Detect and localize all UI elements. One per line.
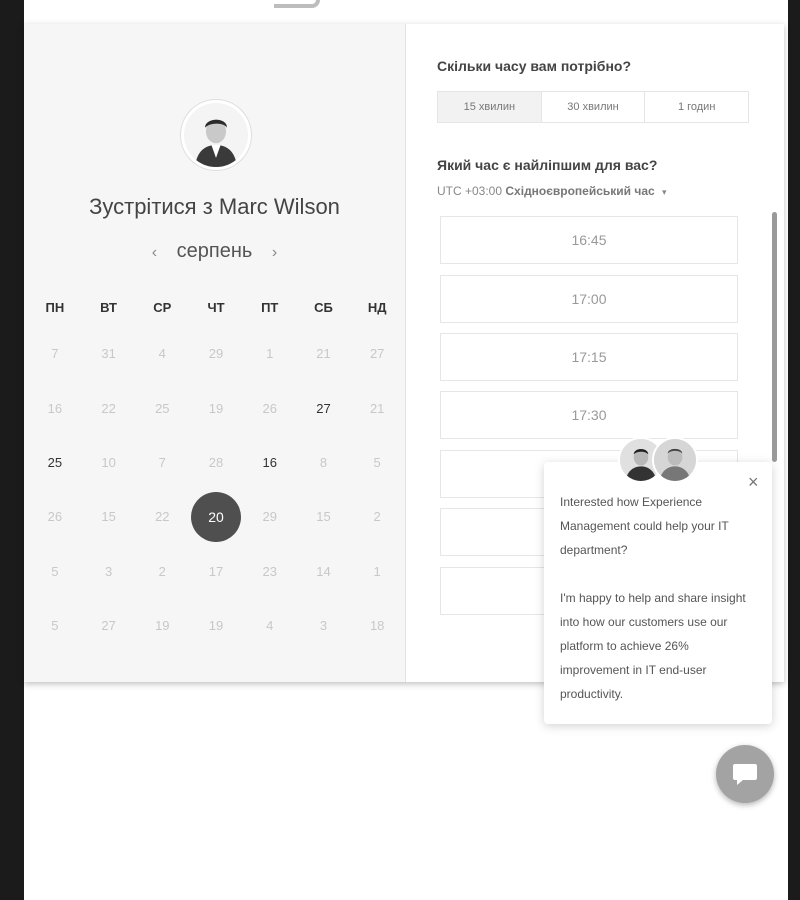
calendar-day: 23 xyxy=(262,564,277,579)
next-month-icon[interactable]: › xyxy=(258,244,291,261)
timezone-name: Східноєвропейський час xyxy=(505,184,655,198)
calendar-week-row: 5 27 19 19 4 3 18 xyxy=(28,616,404,636)
calendar-day: 21 xyxy=(369,401,385,416)
calendar-day[interactable]: 25 xyxy=(28,453,82,473)
time-slot[interactable]: 16:45 xyxy=(440,216,738,264)
calendar-day: 21 xyxy=(316,346,331,361)
slots-scrollbar[interactable] xyxy=(772,212,777,462)
host-avatar xyxy=(181,100,251,170)
calendar-day: 19 xyxy=(208,618,224,633)
chat-message: Interested how Experience Management cou… xyxy=(560,490,758,706)
chat-message-line: I'm happy to help and share insight into… xyxy=(560,591,746,701)
calendar-day: 19 xyxy=(155,618,170,633)
calendar-day: 3 xyxy=(104,564,113,579)
calendar-day: 28 xyxy=(208,455,224,470)
calendar-day: 15 xyxy=(101,509,116,524)
chat-launcher-button[interactable] xyxy=(716,745,774,803)
calendar-day: 17 xyxy=(208,564,224,579)
duration-option-15[interactable]: 15 хвилин xyxy=(438,92,542,122)
calendar-day: 26 xyxy=(262,401,277,416)
month-label: серпень xyxy=(176,240,253,262)
calendar-day: 14 xyxy=(316,564,331,579)
duration-option-60[interactable]: 1 годин xyxy=(645,92,748,122)
calendar-day: 27 xyxy=(101,618,116,633)
time-slot[interactable]: 17:00 xyxy=(440,275,738,323)
calendar-week-row: 5 3 2 17 23 14 1 xyxy=(28,562,404,582)
calendar-day: 19 xyxy=(208,401,224,416)
weekday-label: СР xyxy=(153,300,172,315)
weekday-label: ЧТ xyxy=(207,300,225,315)
time-slot[interactable]: 17:30 xyxy=(440,391,738,439)
calendar-week-row: 16 22 25 19 26 27 21 xyxy=(28,399,404,419)
weekday-label: ПН xyxy=(45,300,65,315)
calendar-day: 5 xyxy=(51,564,59,579)
calendar-day: 26 xyxy=(47,509,63,524)
calendar-day: 2 xyxy=(373,509,381,524)
time-question: Який час є найліпшим для вас? xyxy=(437,157,658,173)
page: Зустрітися з Marc Wilson ‹ серпень › ПН … xyxy=(24,0,788,900)
calendar-day: 3 xyxy=(319,618,328,633)
calendar-day: 4 xyxy=(266,618,274,633)
weekday-label: НД xyxy=(367,300,387,315)
weekday-label: СБ xyxy=(314,300,333,315)
calendar-day: 5 xyxy=(373,455,381,470)
selected-day[interactable]: 20 xyxy=(189,492,243,542)
meeting-title: Зустрітися з Marc Wilson xyxy=(89,194,340,219)
duration-option-30[interactable]: 30 хвилин xyxy=(542,92,646,122)
timezone-selector[interactable]: UTC +03:00 Східноєвропейський час ▾ xyxy=(437,184,667,198)
calendar-day: 4 xyxy=(158,346,166,361)
calendar-day: 7 xyxy=(51,346,59,361)
calendar-day: 25 xyxy=(155,401,170,416)
weekday-label: ВТ xyxy=(100,300,117,315)
calendar-panel: Зустрітися з Marc Wilson ‹ серпень › ПН … xyxy=(24,24,406,682)
calendar-day: 16 xyxy=(47,401,63,416)
calendar-day: 10 xyxy=(101,455,116,470)
calendar-day: 27 xyxy=(369,346,385,361)
chat-popup: × Interested how Experience Management c… xyxy=(544,462,772,724)
calendar-day: 18 xyxy=(369,618,385,633)
time-slot[interactable]: 17:15 xyxy=(440,333,738,381)
agent-avatar xyxy=(652,437,698,483)
selected-day-label: 20 xyxy=(191,492,242,542)
calendar-day: 5 xyxy=(51,618,59,633)
calendar-day: 29 xyxy=(262,509,277,524)
month-navigation: ‹ серпень › xyxy=(24,240,405,263)
calendar-day: 22 xyxy=(155,509,170,524)
chevron-down-icon: ▾ xyxy=(662,187,667,197)
calendar-day[interactable]: 27 xyxy=(297,399,351,419)
calendar-week-row: 25 10 7 28 16 8 5 xyxy=(28,453,404,473)
calendar-day: 1 xyxy=(266,346,274,361)
weekday-label: ПТ xyxy=(261,300,279,315)
calendar-day: 15 xyxy=(316,509,331,524)
chat-bubble-icon xyxy=(733,764,757,785)
calendar-day: 8 xyxy=(319,455,328,470)
calendar-day: 1 xyxy=(373,564,381,579)
chat-message-line: Interested how Experience Management cou… xyxy=(560,495,729,557)
weekday-header: ПН ВТ СР ЧТ ПТ СБ НД xyxy=(28,300,404,315)
calendar-week-row: 26 15 22 20 29 15 2 xyxy=(28,492,404,542)
calendar-day: 31 xyxy=(101,346,116,361)
calendar-day: 2 xyxy=(158,564,166,579)
duration-question: Скільки часу вам потрібно? xyxy=(437,58,632,74)
chat-agents xyxy=(618,437,700,487)
duration-selector: 15 хвилин 30 хвилин 1 годин xyxy=(437,91,749,123)
calendar-day: 29 xyxy=(208,346,224,361)
calendar-day: 22 xyxy=(101,401,116,416)
calendar-day[interactable]: 16 xyxy=(243,453,297,473)
prev-month-icon[interactable]: ‹ xyxy=(138,244,171,261)
calendar-week-row: 7 31 4 29 1 21 27 xyxy=(28,344,404,364)
calendar-day: 7 xyxy=(158,455,166,470)
logo-fragment xyxy=(274,0,320,8)
timezone-offset: UTC +03:00 xyxy=(437,184,503,198)
